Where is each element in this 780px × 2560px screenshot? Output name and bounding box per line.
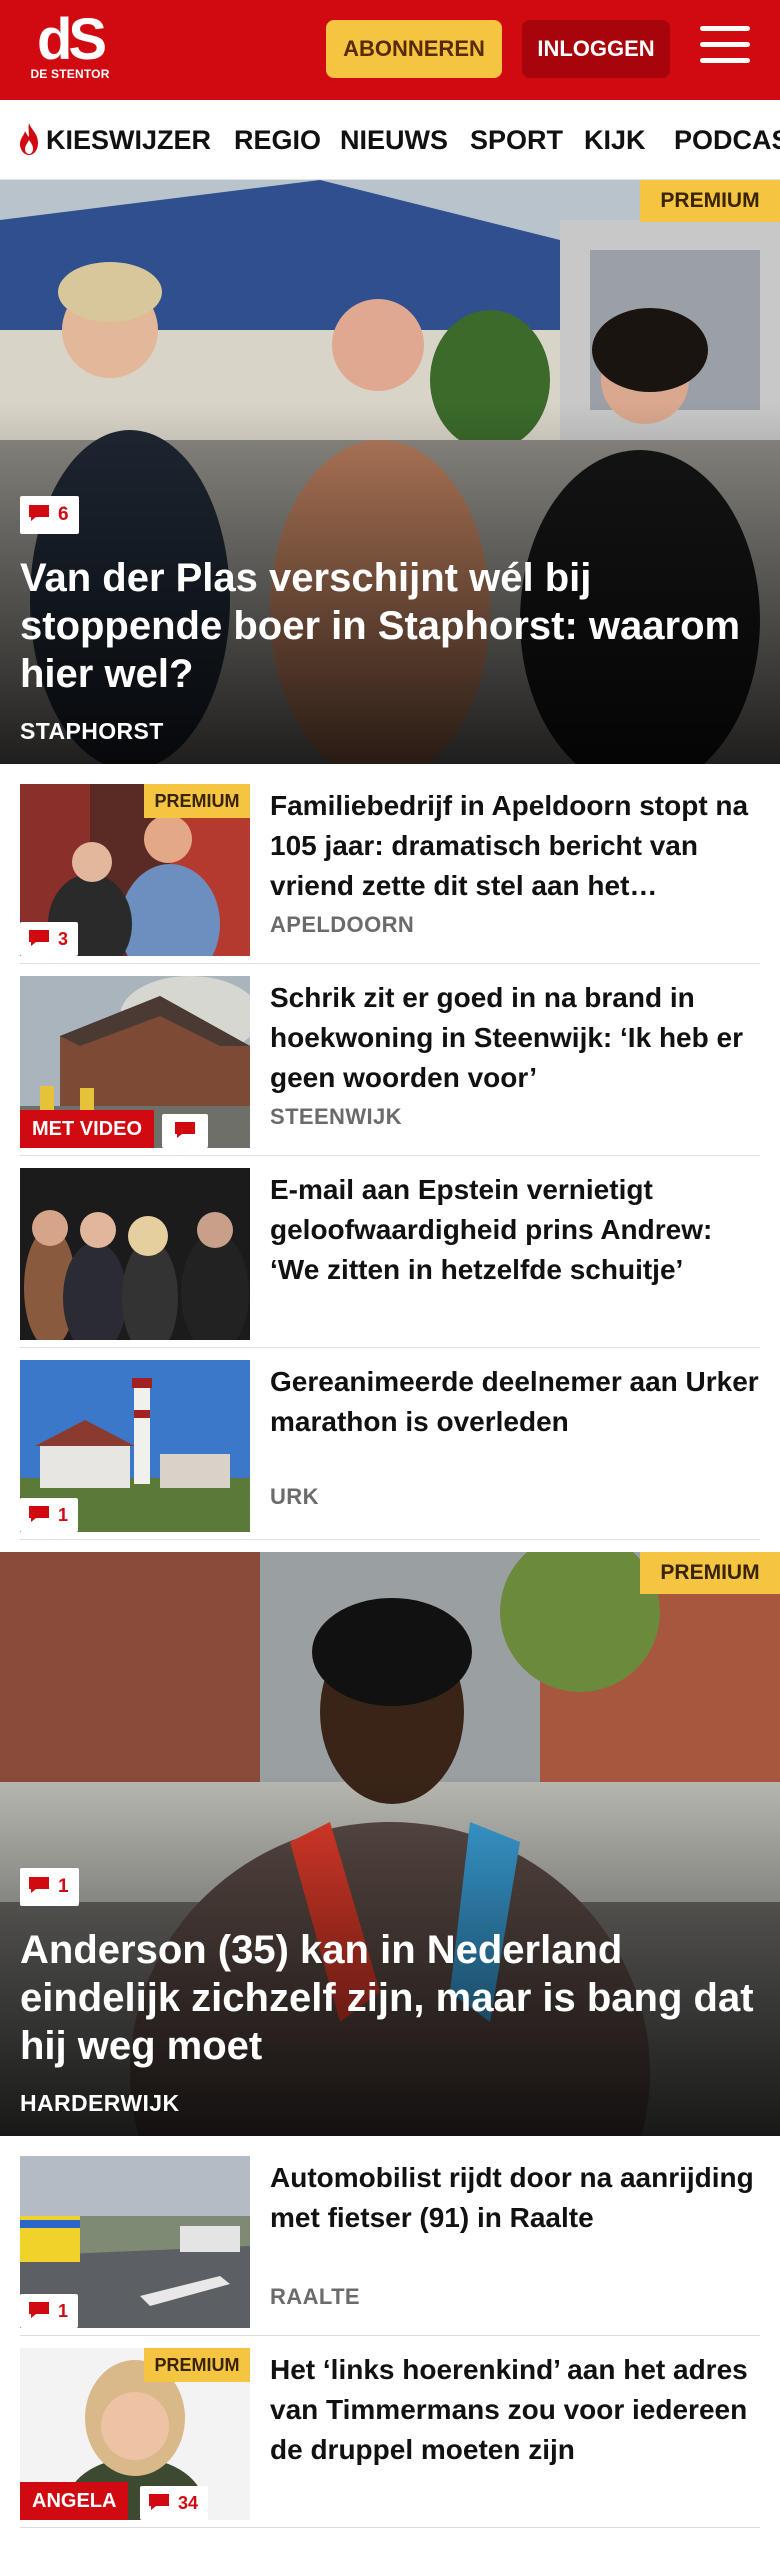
section-nav: KIESWIJZER REGIO NIEUWS SPORT KIJK PODCA… [0,100,780,180]
article-location: RAALTE [270,2284,360,2309]
author-label: ANGELA [20,2482,129,2520]
comment-count[interactable] [162,1114,208,1148]
comment-count-value: 1 [58,1876,69,1897]
hero-article[interactable]: PREMIUM 1 Anderson (35) kan in Nederland… [0,1552,780,2136]
hero-article[interactable]: PREMIUM 6 Van der Plas verschijnt wél bi… [0,180,780,764]
premium-badge: PREMIUM [640,180,780,222]
comment-icon [149,2494,169,2511]
article-thumbnail [20,1168,250,1340]
comment-icon [29,2302,49,2319]
menu-icon[interactable] [700,26,750,70]
article-location: STEENWIJK [270,1104,402,1129]
flame-icon [20,122,38,155]
video-label: MET VIDEO [20,1110,155,1148]
article-thumbnail: PREMIUM ANGELA 34 [20,2348,250,2520]
comment-count[interactable]: 3 [20,922,79,956]
comment-count[interactable]: 34 [140,2486,209,2520]
premium-badge: PREMIUM [144,784,250,818]
nav-label: KIESWIJZER [46,125,212,155]
article-thumbnail: 1 [20,1360,250,1532]
article-thumbnail: 1 [20,2156,250,2328]
article-headline[interactable]: Van der Plas verschijnt wél bij stoppend… [20,554,760,698]
comment-icon [29,1506,49,1523]
article-location: HARDERWIJK [20,2090,180,2116]
logo-subtitle: DE STENTOR [30,67,110,81]
comment-count-value: 1 [58,2301,69,2321]
comment-count[interactable]: 6 [20,496,79,534]
comment-count-value: 34 [178,2493,199,2513]
site-logo[interactable]: dS DE STENTOR [28,7,112,88]
nav-item-sport[interactable]: SPORT [470,100,563,179]
premium-badge: PREMIUM [144,2348,250,2382]
article-card[interactable]: MET VIDEO Schrik zit er goed in na brand… [20,976,760,1156]
site-header: dS DE STENTOR ABONNEREN INLOGGEN [0,0,780,100]
nav-item-nieuws[interactable]: NIEUWS [340,100,448,179]
article-headline[interactable]: Anderson (35) kan in Nederland eindelijk… [20,1926,760,2070]
comment-icon [29,930,49,947]
article-location: APELDOORN [270,912,415,937]
article-title[interactable]: Het ‘links hoerenkind’ aan het adres van… [270,2350,760,2470]
comment-icon [29,1876,49,1893]
article-thumbnail: PREMIUM 3 [20,784,250,956]
article-title[interactable]: E-mail aan Epstein vernietigt geloofwaar… [270,1170,760,1290]
article-location: URK [270,1484,319,1509]
premium-badge: PREMIUM [640,1552,780,1594]
subscribe-button[interactable]: ABONNEREN [326,20,502,78]
article-thumbnail: MET VIDEO [20,976,250,1148]
comment-count-value: 1 [58,1505,69,1525]
comment-count[interactable]: 1 [20,2294,79,2328]
nav-item-regio[interactable]: REGIO [234,100,321,179]
comment-count-value: 6 [58,504,69,525]
article-title[interactable]: Schrik zit er goed in na brand in hoekwo… [270,978,760,1098]
nav-item-podcast[interactable]: PODCAST [674,100,780,179]
comment-count[interactable]: 1 [20,1868,79,1906]
article-photo [20,1168,250,1340]
comment-icon [29,504,49,521]
article-title[interactable]: Familiebedrijf in Apeldoorn stopt na 105… [270,786,760,906]
logo-mark: dS [36,7,107,72]
article-location: STAPHORST [20,718,164,744]
article-card[interactable]: 1 Gereanimeerde deelnemer aan Urker mara… [20,1360,760,1540]
article-title[interactable]: Automobilist rijdt door na aanrijding me… [270,2158,760,2238]
article-card[interactable]: PREMIUM ANGELA 34 Het ‘links hoerenkind’… [20,2348,760,2528]
login-button[interactable]: INLOGGEN [522,20,670,78]
article-card[interactable]: E-mail aan Epstein vernietigt geloofwaar… [20,1168,760,1348]
comment-icon [175,1122,195,1139]
comment-count-value: 3 [58,929,69,949]
article-title[interactable]: Gereanimeerde deelnemer aan Urker marath… [270,1362,760,1442]
nav-item-kijk[interactable]: KIJK [584,100,646,179]
comment-count[interactable]: 1 [20,1498,79,1532]
article-card[interactable]: PREMIUM 3 Familiebedrijf in Apeldoorn st… [20,784,760,964]
article-card[interactable]: 1 Automobilist rijdt door na aanrijding … [20,2156,760,2336]
nav-item-kieswijzer[interactable]: KIESWIJZER [16,100,212,179]
